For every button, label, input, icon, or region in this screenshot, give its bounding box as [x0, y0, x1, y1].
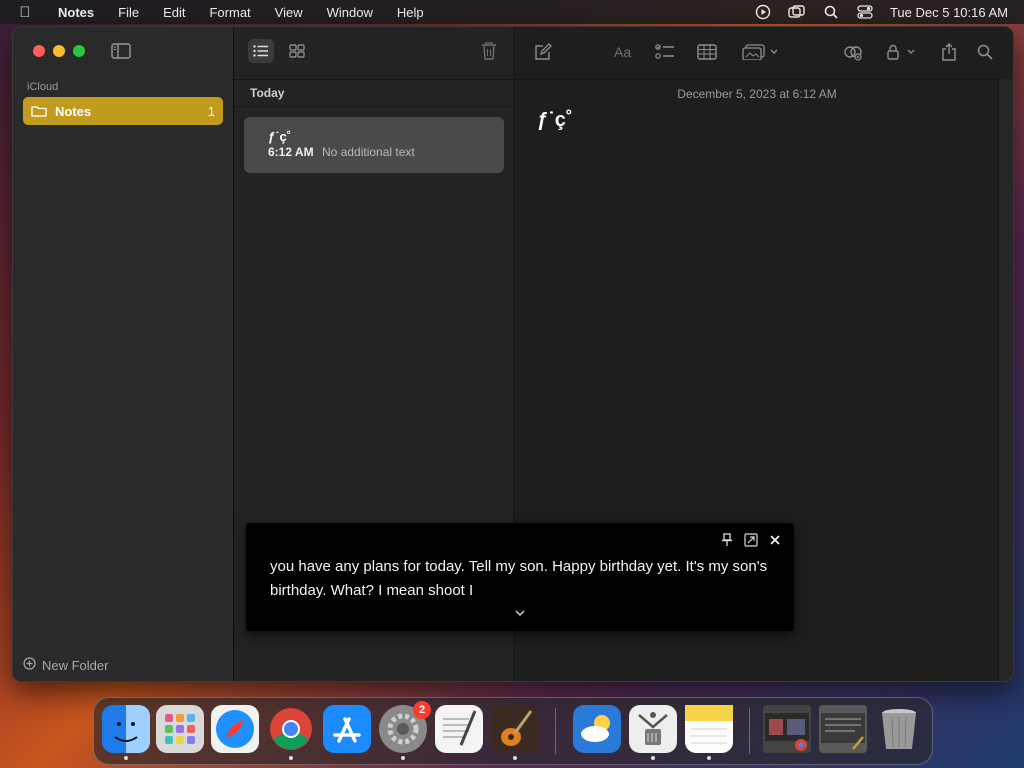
caption-text: you have any plans for today. Tell my so…: [270, 558, 768, 599]
folder-icon: [31, 105, 47, 117]
menu-window[interactable]: Window: [315, 5, 385, 20]
menu-view[interactable]: View: [263, 5, 315, 20]
format-icon[interactable]: Aa: [613, 43, 637, 61]
control-center-icon[interactable]: [856, 5, 874, 19]
pin-icon[interactable]: [720, 533, 734, 547]
note-time: 6:12 AM: [268, 145, 314, 159]
new-folder-button[interactable]: New Folder: [23, 657, 108, 673]
menu-file[interactable]: File: [106, 5, 151, 20]
weather-icon[interactable]: [573, 705, 621, 753]
add-circle-icon: [23, 657, 36, 673]
finder-running-dot: [124, 756, 128, 760]
screen-record-icon[interactable]: [754, 4, 772, 20]
chevron-down-icon[interactable]: [514, 605, 526, 617]
checklist-icon[interactable]: [655, 43, 675, 61]
settings-badge: 2: [413, 701, 431, 719]
note-preview: No additional text: [322, 145, 415, 159]
menu-format[interactable]: Format: [197, 5, 262, 20]
sidebar-folder-notes[interactable]: Notes 1: [23, 97, 223, 125]
menu-bar:  Notes File Edit Format View Window Hel…: [0, 0, 1024, 24]
settings-running-dot: [401, 756, 405, 760]
close-icon[interactable]: [768, 533, 782, 547]
media-icon[interactable]: [741, 43, 781, 61]
note-title: ƒ˙ç˚: [268, 129, 292, 144]
garageband-icon[interactable]: [491, 705, 539, 753]
editor-toolbar: Aa: [515, 27, 1013, 80]
note-body-title[interactable]: ƒ˙ç˚: [537, 109, 573, 132]
menu-help[interactable]: Help: [385, 5, 436, 20]
apple-menu-icon[interactable]: : [14, 4, 36, 21]
archive-running-dot: [651, 756, 655, 760]
resize-icon[interactable]: [744, 533, 758, 547]
compose-icon[interactable]: [533, 43, 553, 61]
lock-icon[interactable]: [885, 43, 919, 61]
folder-count: 1: [207, 103, 215, 119]
spotlight-icon[interactable]: [822, 5, 840, 19]
recent-window-1-icon[interactable]: [763, 705, 811, 753]
textedit-icon[interactable]: [435, 705, 483, 753]
launchpad-icon[interactable]: [156, 705, 204, 753]
safari-icon[interactable]: [211, 705, 259, 753]
collaborate-icon[interactable]: [843, 43, 863, 61]
close-window-button[interactable]: [33, 45, 45, 57]
svg-text:Aa: Aa: [614, 45, 631, 59]
notes-icon[interactable]: [685, 705, 733, 753]
minimize-window-button[interactable]: [53, 45, 65, 57]
notes-running-dot: [707, 756, 711, 760]
search-icon[interactable]: [975, 43, 995, 61]
sidebar-toggle-icon[interactable]: [111, 43, 131, 59]
menubar-clock[interactable]: Tue Dec 5 10:16 AM: [890, 5, 1008, 20]
note-list-item[interactable]: ƒ˙ç˚ 6:12 AM No additional text: [244, 117, 504, 173]
chrome-running-dot: [289, 756, 293, 760]
chrome-icon[interactable]: [267, 705, 315, 753]
screen-mirror-icon[interactable]: [788, 5, 806, 19]
dock-separator: [555, 708, 556, 754]
gallery-view-icon[interactable]: [284, 39, 310, 63]
sidebar: iCloud Notes 1 New Folder: [13, 27, 234, 681]
menu-edit[interactable]: Edit: [151, 5, 197, 20]
live-captions-panel: you have any plans for today. Tell my so…: [246, 523, 794, 631]
zoom-window-button[interactable]: [73, 45, 85, 57]
garageband-running-dot: [513, 756, 517, 760]
editor-scrollbar[interactable]: [998, 79, 1013, 681]
window-controls: [33, 45, 85, 57]
menu-app-notes[interactable]: Notes: [46, 5, 106, 20]
app-store-icon[interactable]: [323, 705, 371, 753]
list-view-icon[interactable]: [248, 39, 274, 63]
note-date: December 5, 2023 at 6:12 AM: [677, 87, 837, 101]
trash-icon[interactable]: [875, 705, 923, 753]
new-folder-label: New Folder: [42, 657, 109, 673]
recent-window-2-icon[interactable]: [819, 705, 867, 753]
archive-utility-icon[interactable]: [629, 705, 677, 753]
dock-separator: [749, 708, 750, 754]
finder-icon[interactable]: [102, 705, 150, 753]
folder-name: Notes: [55, 103, 92, 119]
sidebar-section-icloud: iCloud: [27, 81, 59, 93]
dock: 2: [93, 697, 933, 765]
table-icon[interactable]: [697, 43, 717, 61]
share-icon[interactable]: [939, 43, 959, 61]
delete-note-icon[interactable]: [480, 41, 498, 61]
section-header-today: Today: [234, 80, 514, 107]
system-settings-icon[interactable]: 2: [379, 701, 431, 753]
note-list-toolbar: [234, 27, 514, 80]
